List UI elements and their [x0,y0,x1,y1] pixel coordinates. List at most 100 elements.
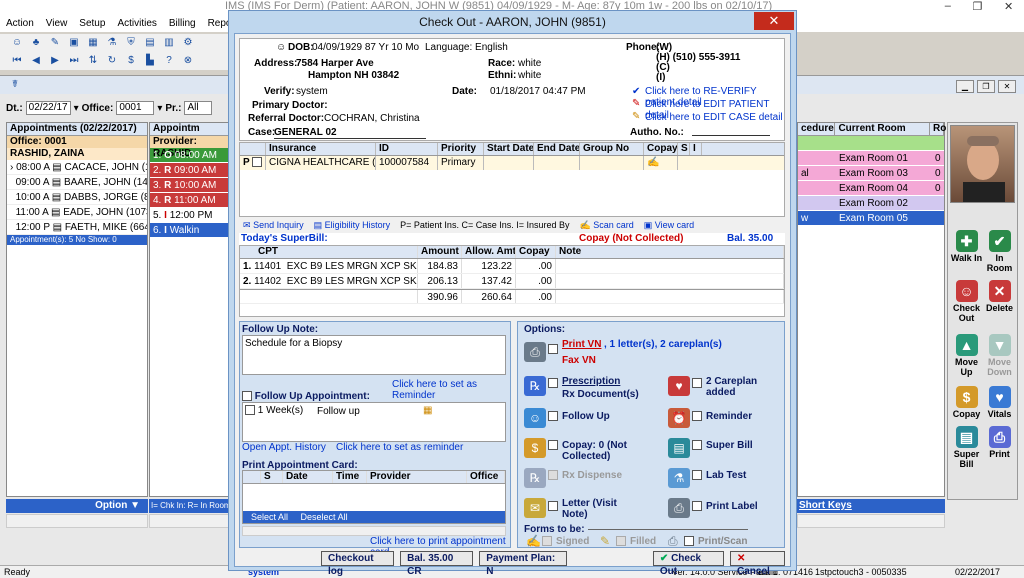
check-out-confirm-button[interactable]: ✔ Check Out [652,550,724,577]
superbill-row[interactable]: 1. 11401 EXC B9 LES MRGN XCP SK TG 184.8… [240,259,784,274]
mdi-close-button[interactable]: ✕ [998,80,1016,93]
case-select[interactable]: GENERAL 02 [274,127,426,139]
move-down-button[interactable]: ▼ Move Down [983,332,1016,377]
date-field[interactable]: 02/22/17 [25,101,71,115]
menu-activities[interactable]: Activities [117,18,156,29]
menu-billing[interactable]: Billing [169,18,196,29]
building-icon[interactable]: ▙ [143,54,157,68]
copay-button[interactable]: $ Copay [950,384,983,426]
cancel-button[interactable]: ✕ Cancel [729,550,786,577]
rx-dispense-checkbox[interactable] [548,470,558,481]
careplan-checkbox[interactable] [692,378,702,389]
menu-setup[interactable]: Setup [79,18,105,29]
room-row[interactable]: al Exam Room 03 0 [798,166,944,181]
option-button[interactable]: Option ▼ [6,499,148,513]
calendar-icon[interactable]: ▦ [423,405,432,416]
mid-hscroll[interactable] [149,514,229,528]
deselect-all-button[interactable]: Deselect All [301,512,348,522]
send-inquiry-link[interactable]: ✉ Send Inquiry [243,220,304,231]
letter-checkbox[interactable] [548,501,558,512]
calendar-dropdown-icon[interactable]: ▾ [74,103,79,114]
set-reminder-link-2[interactable]: Click here to set as reminder [336,442,463,453]
stop-icon[interactable]: ⊗ [181,54,195,68]
copay-checkbox[interactable] [548,440,558,451]
scan-card-link[interactable]: ✍ Scan card [580,220,634,231]
printscan-checkbox[interactable] [684,536,694,547]
signed-checkbox[interactable] [542,536,552,547]
pen-icon[interactable]: ✎ [48,36,62,50]
provider-row[interactable]: 4. R 11:00 AM [150,193,228,208]
vitals-button[interactable]: ♥ Vitals [983,384,1016,426]
check-out-button[interactable]: ☺ Check Out [950,278,983,323]
prescription-checkbox[interactable] [548,378,558,389]
mdi-minimize-button[interactable]: ▁ [956,80,974,93]
print-label-checkbox[interactable] [692,501,702,512]
provider-row[interactable]: 3. R 10:00 AM [150,178,228,193]
print-button[interactable]: ⎙ Print [983,424,1016,466]
lab-test-checkbox[interactable] [692,470,702,481]
superbill-checkbox[interactable] [692,440,702,451]
short-keys-link[interactable]: Short Keys [797,499,945,513]
insurance-row[interactable]: P CIGNA HEALTHCARE (91 100007584 Primary… [240,156,784,170]
user-icon[interactable]: ☺ [10,36,24,50]
folder-icon[interactable]: ▣ [67,36,81,50]
calendar-icon[interactable]: ▦ [86,36,100,50]
first-record-icon[interactable]: ⏮ [10,54,24,68]
provider-row[interactable]: 5. I 12:00 PM [150,208,228,223]
walk-in-button[interactable]: ✚ Walk In [950,228,983,270]
appointment-row[interactable]: 10:00 A ▤ DABBS, JORGE (8570) [7,190,147,205]
sort-icon[interactable]: ⇅ [86,54,100,68]
office-select[interactable]: 0001 [116,101,155,115]
delete-button[interactable]: ✕ Delete [983,278,1016,320]
provider-select[interactable]: All [184,101,213,115]
appointment-row[interactable]: › 08:00 A ▤ CACACE, JOHN (120 [7,160,147,175]
autho-input[interactable] [692,135,770,136]
menu-action[interactable]: Action [6,18,34,29]
reminder-checkbox[interactable] [692,411,702,422]
provider-row[interactable]: 2. R 09:00 AM [150,163,228,178]
refresh-icon[interactable]: ↻ [105,54,119,68]
restore-button[interactable]: ❐ [973,0,983,14]
appointment-row[interactable]: 09:00 A ▤ BAARE, JOHN (1403 [7,175,147,190]
shield-icon[interactable]: ⛨ [124,36,138,50]
set-reminder-link[interactable]: Click here to set as Reminder [392,379,510,401]
mdi-restore-button[interactable]: ❐ [977,80,995,93]
provider-row[interactable]: 6. I Walkin [150,223,228,238]
superbill-row[interactable]: 2. 11402 EXC B9 LES MRGN XCP SK TG 206.1… [240,274,784,289]
move-up-button[interactable]: ▲ Move Up [950,332,983,377]
appointment-row[interactable]: 11:00 A ▤ EADE, JOHN (10731) [7,205,147,220]
open-history-link[interactable]: Open Appt. History [242,442,326,453]
dollar-icon[interactable]: $ [124,54,138,68]
appt-week-checkbox[interactable] [245,405,255,416]
followup-note-textarea[interactable]: Schedule for a Biopsy [242,335,506,375]
in-room-button[interactable]: ✔ In Room [983,228,1016,273]
chart-icon[interactable]: ▤ [143,36,157,50]
print-vn-checkbox[interactable] [548,344,558,355]
prev-record-icon[interactable]: ◀ [29,54,43,68]
left-hscroll[interactable] [6,514,148,528]
appointment-row[interactable]: 12:00 P ▤ FAETH, MIKE (6648) [7,220,147,235]
group-icon[interactable]: ♣ [29,36,43,50]
chevron-down-icon[interactable]: ▾ [157,103,162,114]
room-row[interactable]: Exam Room 02 [798,196,944,211]
card-hscroll[interactable] [242,526,506,536]
super-bill-button[interactable]: ▤ Super Bill [950,424,983,469]
menu-view[interactable]: View [46,18,68,29]
provider-row[interactable]: 1. O 08:00 AM [150,148,228,163]
followup-appt-checkbox[interactable] [242,391,252,402]
report-icon[interactable]: ▥ [162,36,176,50]
room-row[interactable]: Exam Room 04 0 [798,181,944,196]
select-all-button[interactable]: Select All [251,512,288,522]
eligibility-link[interactable]: ▤ Eligibility History [314,220,391,231]
next-record-icon[interactable]: ▶ [48,54,62,68]
room-row[interactable]: Exam Room 01 0 [798,151,944,166]
close-window-button[interactable]: ✕ [1004,0,1013,14]
last-record-icon[interactable]: ⏭ [67,54,81,68]
edit-case-link[interactable]: Click here to EDIT CASE detail [645,112,783,123]
room-row[interactable]: w Exam Room 05 [798,211,944,226]
minimize-button[interactable]: – [945,0,951,14]
help-icon[interactable]: ? [162,54,176,68]
right-hscroll[interactable] [797,514,945,528]
settings-icon[interactable]: ⚙ [181,36,195,50]
checkout-log-button[interactable]: Checkout log [321,550,395,577]
